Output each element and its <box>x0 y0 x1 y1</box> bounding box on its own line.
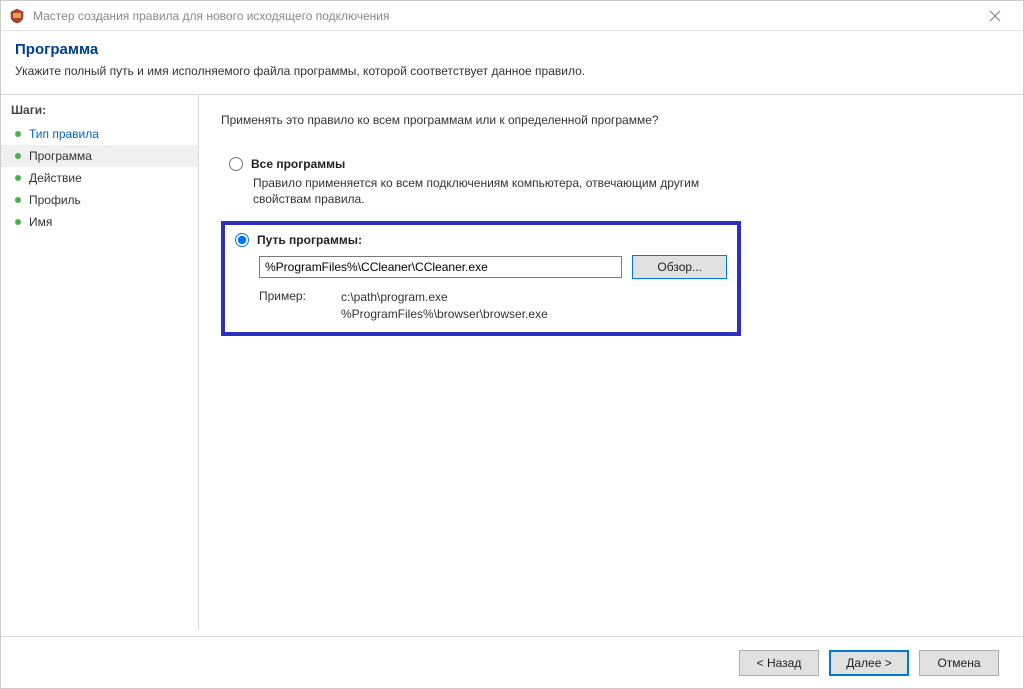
radio-path-label: Путь программы: <box>257 233 362 247</box>
cancel-button[interactable]: Отмена <box>919 650 999 676</box>
step-dot-icon <box>15 131 21 137</box>
step-dot-icon <box>15 197 21 203</box>
sidebar-heading: Шаги: <box>1 103 198 123</box>
step-rule-type[interactable]: Тип правила <box>1 123 198 145</box>
option-all-programs: Все программы Правило применяется ко все… <box>221 153 1001 213</box>
radio-all-programs[interactable] <box>229 157 243 171</box>
main-row: Шаги: Тип правила Программа Действие Про… <box>1 95 1023 630</box>
example-row: Пример: c:\path\program.exe %ProgramFile… <box>259 289 727 321</box>
example-line-2: %ProgramFiles%\browser\browser.exe <box>341 306 548 322</box>
radio-all-desc: Правило применяется ко всем подключениям… <box>253 175 733 207</box>
step-label: Программа <box>29 149 92 163</box>
page-subtitle: Укажите полный путь и имя исполняемого ф… <box>15 64 1009 78</box>
sidebar: Шаги: Тип правила Программа Действие Про… <box>1 95 199 630</box>
radio-all-label: Все программы <box>251 157 345 171</box>
step-label: Профиль <box>29 193 81 207</box>
prompt-text: Применять это правило ко всем программам… <box>221 113 1001 127</box>
example-label: Пример: <box>259 289 319 321</box>
titlebar: Мастер создания правила для нового исход… <box>1 1 1023 31</box>
step-name[interactable]: Имя <box>1 211 198 233</box>
step-program[interactable]: Программа <box>1 145 198 167</box>
page-title: Программа <box>15 41 1009 58</box>
header-section: Программа Укажите полный путь и имя испо… <box>1 31 1023 94</box>
close-button[interactable] <box>975 1 1015 31</box>
window-title: Мастер создания правила для нового исход… <box>33 9 975 23</box>
step-action[interactable]: Действие <box>1 167 198 189</box>
step-label: Имя <box>29 215 52 229</box>
step-label: Тип правила <box>29 127 99 141</box>
example-line-1: c:\path\program.exe <box>341 289 548 305</box>
step-dot-icon <box>15 153 21 159</box>
browse-button[interactable]: Обзор... <box>632 255 727 279</box>
back-button[interactable]: < Назад <box>739 650 819 676</box>
program-path-highlight: Путь программы: Обзор... Пример: c:\path… <box>221 221 741 335</box>
radio-program-path[interactable] <box>235 233 249 247</box>
example-values: c:\path\program.exe %ProgramFiles%\brows… <box>341 289 548 321</box>
app-icon <box>9 8 25 24</box>
program-path-input[interactable] <box>259 256 622 278</box>
step-label: Действие <box>29 171 82 185</box>
step-profile[interactable]: Профиль <box>1 189 198 211</box>
step-dot-icon <box>15 175 21 181</box>
footer: < Назад Далее > Отмена <box>1 636 1023 688</box>
step-dot-icon <box>15 219 21 225</box>
next-button[interactable]: Далее > <box>829 650 909 676</box>
content-area: Применять это правило ко всем программам… <box>199 95 1023 630</box>
